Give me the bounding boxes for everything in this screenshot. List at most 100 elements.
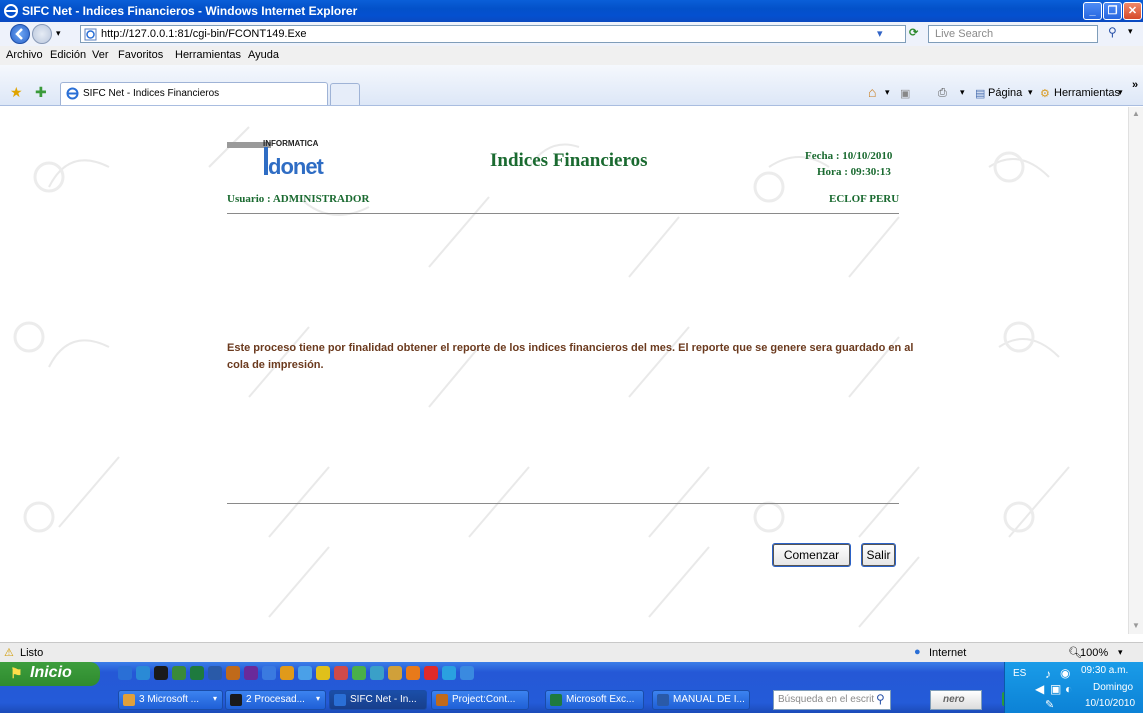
network-icon[interactable]: ◉ — [1060, 666, 1070, 680]
desktop-search-placeholder: Búsqueda en el escrit — [778, 694, 875, 705]
folder-quicklaunch-icon[interactable] — [316, 666, 330, 680]
menu-archivo[interactable]: Archivo — [6, 49, 43, 61]
taskbar-item-project[interactable]: Project:Cont... — [431, 690, 529, 710]
vertical-scrollbar[interactable]: ▲ ▼ — [1128, 107, 1143, 634]
cmd-quicklaunch-icon[interactable] — [154, 666, 168, 680]
tools-gear-icon: ⚙ — [1040, 88, 1050, 100]
usuario-label: Usuario : ADMINISTRADOR — [227, 193, 370, 205]
add-favorite-icon[interactable]: ✚ — [35, 84, 47, 101]
forward-button[interactable] — [32, 24, 52, 44]
tray-back-icon[interactable]: ◀ — [1035, 682, 1044, 696]
ie-task-icon — [334, 694, 346, 706]
taskbar-item-manual[interactable]: MANUAL DE I... — [652, 690, 750, 710]
search-icon[interactable]: ⚲ — [1108, 25, 1117, 39]
header-divider — [227, 213, 899, 214]
taskbar-item-excel[interactable]: Microsoft Exc... — [545, 690, 644, 710]
refresh-icon[interactable]: ⟳ — [909, 26, 918, 39]
logo-mark — [264, 147, 268, 175]
paint-quicklaunch-icon[interactable] — [388, 666, 402, 680]
taskbar-item-procesad[interactable]: 2 Procesad... ▾ — [225, 690, 326, 710]
address-url: http://127.0.0.1:81/cgi-bin/FCONT149.Exe — [101, 28, 307, 40]
new-tab-button[interactable] — [330, 83, 360, 105]
menu-herramientas[interactable]: Herramientas — [175, 49, 241, 61]
onenote-quicklaunch-icon[interactable] — [244, 666, 258, 680]
print-icon[interactable]: ⎙ — [938, 87, 947, 100]
warning-icon: ⚠ — [4, 647, 14, 659]
tray-update-icon[interactable]: ◐ — [1065, 682, 1072, 696]
menu-favoritos[interactable]: Favoritos — [118, 49, 163, 61]
back-button[interactable] — [10, 24, 30, 44]
system-tray: ES ♪ ◉ ◀ ▣ ◐ ✎ 09:30 a.m. Domingo 10/10/… — [1004, 662, 1143, 713]
print-dropdown-icon[interactable]: ▾ — [960, 87, 965, 98]
ie-icon — [4, 4, 18, 18]
clock-date: 10/10/2010 — [1085, 698, 1136, 709]
clock-day: Domingo — [1093, 682, 1134, 693]
group-dropdown-icon: ▾ — [213, 694, 218, 703]
clock-time[interactable]: 09:30 a.m. — [1081, 665, 1128, 676]
firefox-quicklaunch-icon[interactable] — [406, 666, 420, 680]
ie-quicklaunch-icon[interactable] — [118, 666, 132, 680]
page-dropdown-icon[interactable]: ▾ — [1028, 87, 1033, 98]
excel-task-icon — [550, 694, 562, 706]
taskbar-item-sifc[interactable]: SIFC Net - In... — [329, 690, 427, 710]
scroll-up-icon[interactable]: ▲ — [1132, 109, 1140, 118]
vb-quicklaunch-icon[interactable] — [172, 666, 186, 680]
scroll-down-icon[interactable]: ▼ — [1132, 621, 1140, 630]
tab-ie-icon — [66, 87, 79, 100]
address-dropdown-icon[interactable]: ▾ — [877, 27, 883, 40]
feeds-icon[interactable]: ▣ — [900, 87, 910, 100]
messenger-quicklaunch-icon[interactable] — [298, 666, 312, 680]
hora-label: Hora : 09:30:13 — [817, 166, 891, 178]
excel-quicklaunch-icon[interactable] — [190, 666, 204, 680]
tools-dropdown-icon[interactable]: ▾ — [1118, 87, 1123, 98]
language-indicator[interactable]: ES — [1013, 668, 1026, 679]
zoom-dropdown-icon[interactable]: ▾ — [1118, 647, 1123, 658]
media-quicklaunch-icon[interactable] — [334, 666, 348, 680]
menu-edicion[interactable]: Edición — [50, 49, 86, 61]
outlook-quicklaunch-icon[interactable] — [262, 666, 276, 680]
start-label: Inicio — [30, 664, 72, 681]
page-menu-icon: ▤ — [975, 88, 986, 100]
page-menu[interactable]: Página — [988, 87, 1022, 99]
fecha-label: Fecha : 10/10/2010 — [805, 150, 893, 162]
chevron-more-icon[interactable]: » — [1132, 79, 1138, 91]
search-options-icon[interactable]: ▾ — [1128, 26, 1133, 37]
tray-app-icon[interactable]: ▣ — [1050, 682, 1061, 696]
skype-quicklaunch-icon[interactable] — [442, 666, 456, 680]
comenzar-button[interactable]: Comenzar — [772, 543, 851, 567]
start-button[interactable]: ⚑ Inicio — [0, 662, 100, 686]
menu-ver[interactable]: Ver — [92, 49, 109, 61]
favorites-star-icon[interactable]: ★ — [10, 84, 23, 101]
address-field[interactable]: http://127.0.0.1:81/cgi-bin/FCONT149.Exe… — [80, 25, 906, 43]
project-quicklaunch-icon[interactable] — [226, 666, 240, 680]
history-dropdown-icon[interactable]: ▾ — [56, 28, 61, 39]
menu-ayuda[interactable]: Ayuda — [248, 49, 279, 61]
close-button[interactable]: ✕ — [1123, 2, 1142, 20]
app-quicklaunch-icon[interactable] — [280, 666, 294, 680]
tab-active[interactable]: SIFC Net - Indices Financieros — [60, 82, 328, 105]
home-dropdown-icon[interactable]: ▾ — [885, 87, 890, 98]
status-bar: ⚠ Listo ● Internet 🔍︎ 100% ▾ — [0, 642, 1143, 663]
zoom-level[interactable]: 100% — [1080, 647, 1108, 659]
salir-button[interactable]: Salir — [861, 543, 896, 567]
desktop-search-input[interactable]: Búsqueda en el escrit ⚲ — [773, 690, 891, 710]
opera-quicklaunch-icon[interactable] — [424, 666, 438, 680]
home-icon[interactable]: ⌂ — [868, 84, 876, 100]
search-input[interactable]: Live Search — [928, 25, 1098, 43]
tool-quicklaunch-icon[interactable] — [352, 666, 366, 680]
process-description: Este proceso tiene por finalidad obtener… — [227, 342, 914, 371]
address-row: ▾ http://127.0.0.1:81/cgi-bin/FCONT149.E… — [0, 22, 1143, 47]
maximize-button[interactable]: ❐ — [1103, 2, 1122, 20]
word-quicklaunch-icon[interactable] — [208, 666, 222, 680]
network-quicklaunch-icon[interactable] — [370, 666, 384, 680]
desktop-search-icon[interactable]: ⚲ — [876, 692, 885, 706]
taskbar-item-microsoft[interactable]: 3 Microsoft ... ▾ — [118, 690, 223, 710]
misc-quicklaunch-icon[interactable] — [460, 666, 474, 680]
window-title: SIFC Net - Indices Financieros - Windows… — [22, 4, 358, 18]
minimize-button[interactable]: _ — [1083, 2, 1102, 20]
tray-tool-icon[interactable]: ✎ — [1045, 698, 1054, 711]
nero-search-button[interactable]: nero — [930, 690, 982, 710]
volume-icon[interactable]: ♪ — [1045, 667, 1051, 681]
tools-menu[interactable]: Herramientas — [1054, 87, 1120, 99]
explorer-quicklaunch-icon[interactable] — [136, 666, 150, 680]
